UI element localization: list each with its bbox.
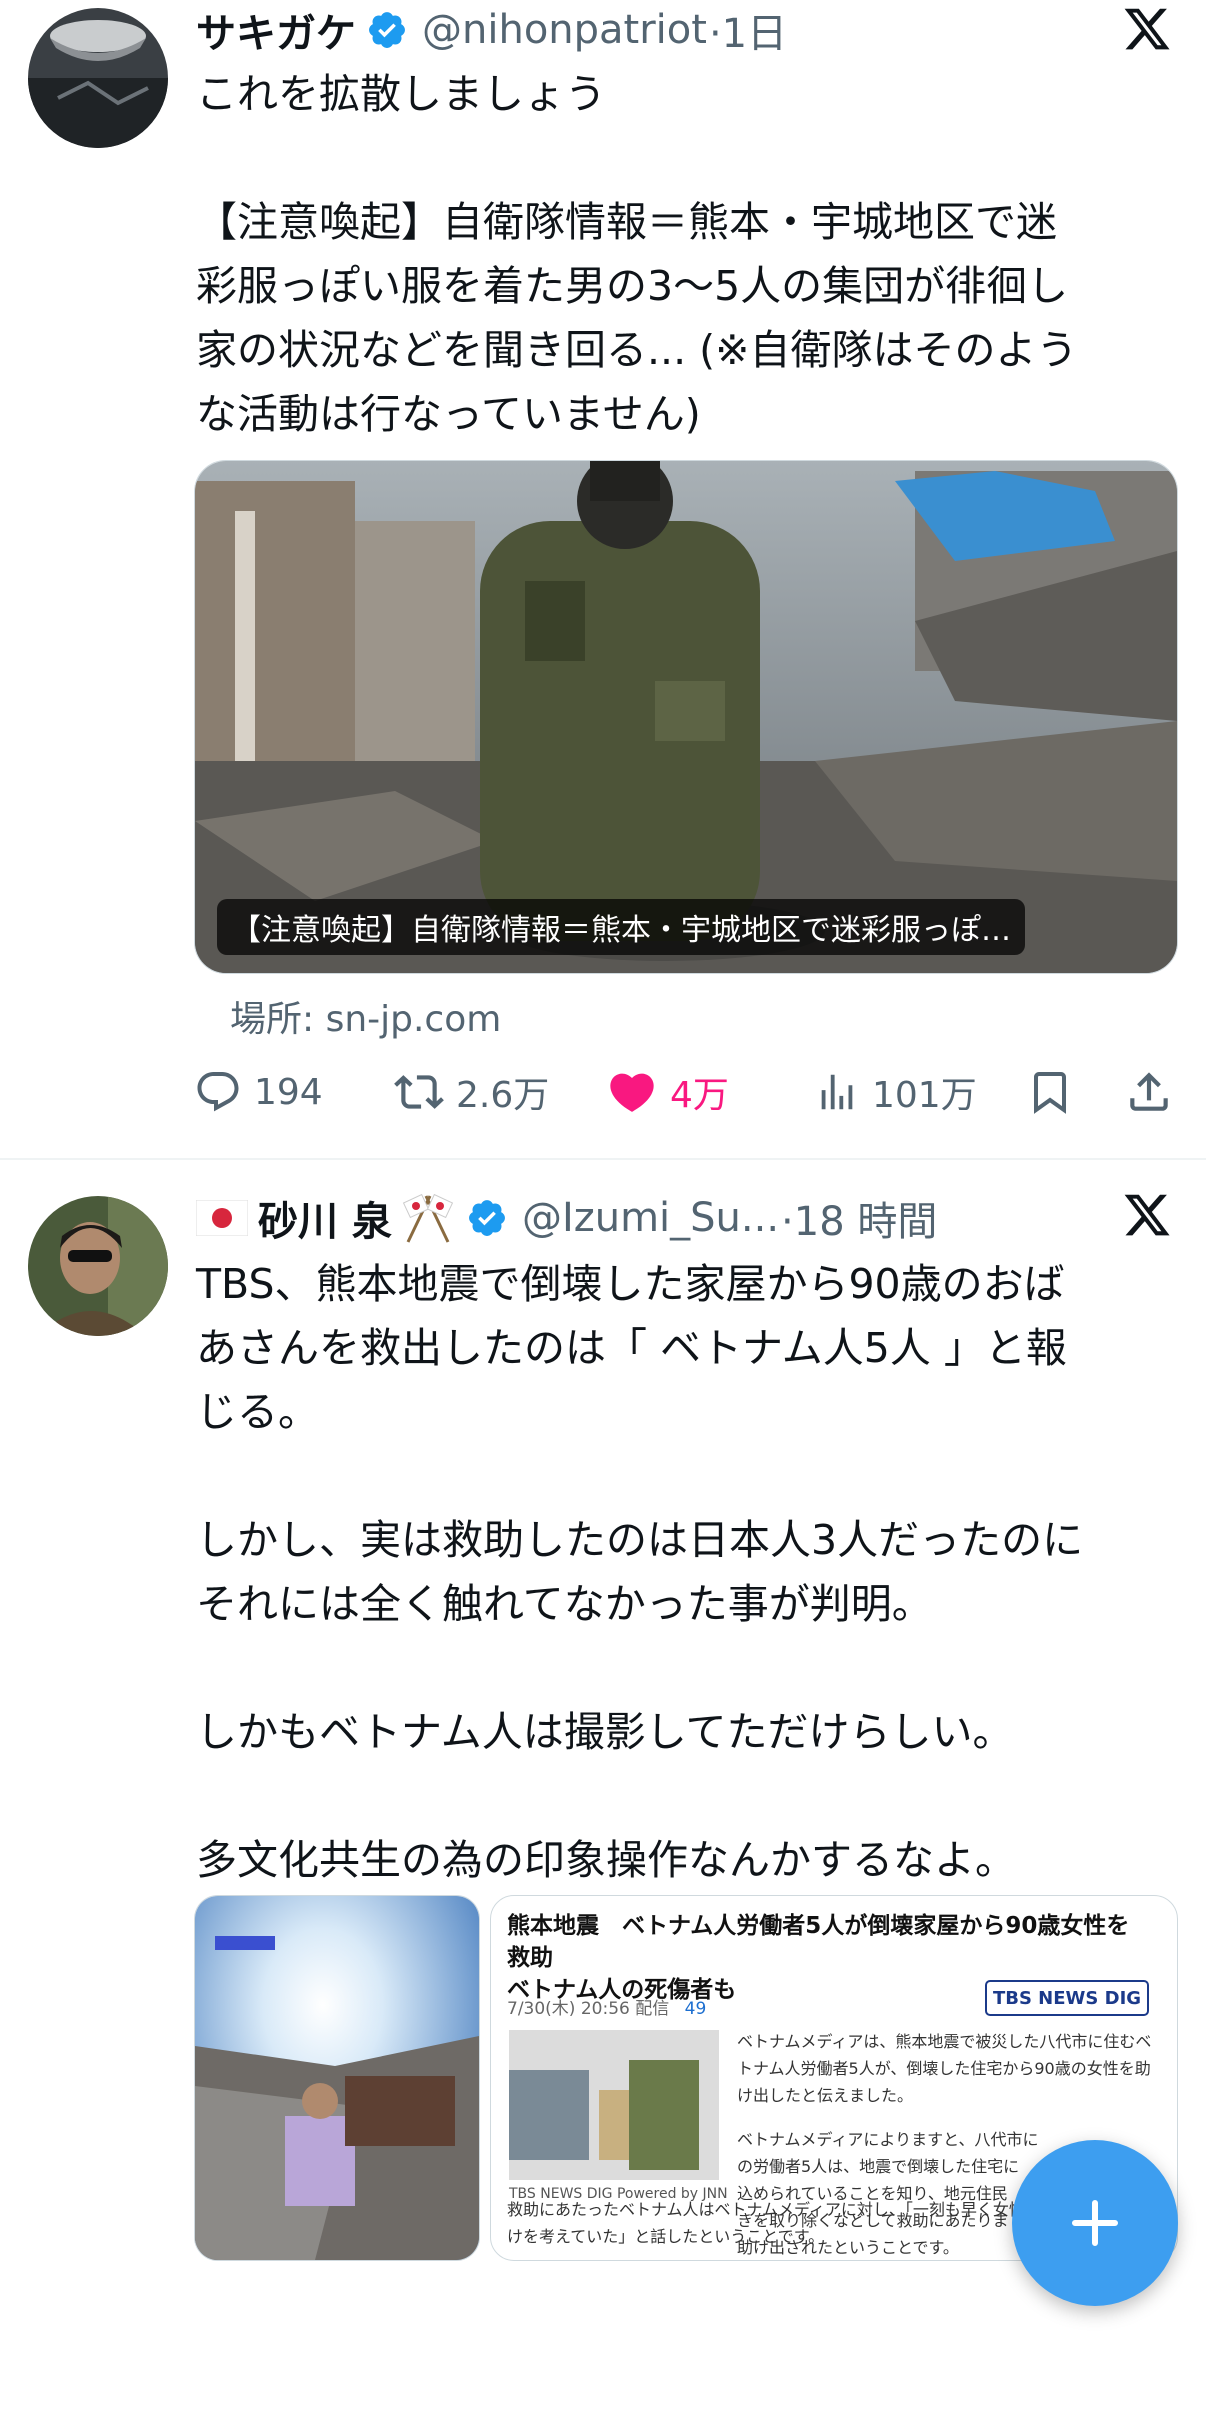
display-name[interactable]: サキガケ xyxy=(196,1,356,59)
handle[interactable]: @nihonpatriot xyxy=(422,7,707,53)
reply-count: 194 xyxy=(254,1071,323,1113)
media-image-rescue[interactable] xyxy=(194,1895,480,2261)
tweet-text: TBS、熊本地震で倒壊した家屋から90歳のおば あさんを救出したのは「 ベトナム… xyxy=(196,1260,1084,1884)
news-date: 7/30(木) 20:56 配信 xyxy=(507,1999,670,2019)
timestamp[interactable]: ·1日 xyxy=(709,1,787,59)
reply-button[interactable]: 194 xyxy=(194,1062,323,1122)
share-icon xyxy=(1130,1072,1168,1111)
verified-badge-icon xyxy=(369,12,405,48)
news-brand-logo: TBS NEWS DIG xyxy=(985,1980,1149,2016)
x-logo-icon[interactable] xyxy=(1122,4,1172,54)
views-count: 101万 xyxy=(872,1075,977,1116)
repost-count: 2.6万 xyxy=(456,1075,550,1116)
like-icon xyxy=(610,1073,654,1112)
timestamp[interactable]: ·18 時間 xyxy=(781,1189,937,1247)
news-photo xyxy=(509,2030,719,2180)
crossed-flags-icon xyxy=(402,1193,454,1243)
flag-japan-icon xyxy=(196,1200,248,1236)
news-paragraph-1: ベトナムメディアは、熊本地震で被災した八代市に住むベ トナム人労働者5人が、倒壊… xyxy=(737,2032,1152,2105)
avatar[interactable] xyxy=(28,8,168,148)
reply-icon xyxy=(197,1072,239,1112)
news-meta: 7/30(木) 20:56 配信 49 xyxy=(507,1994,706,2019)
rescue-photo xyxy=(195,1896,479,2260)
action-bar: 194 2.6万 4万 101万 xyxy=(194,1062,1176,1122)
tweet-text: これを拡散しましょう 【注意喚起】自衛隊情報＝熊本・宇城地区で迷 彩服っぽい服を… xyxy=(196,70,1078,438)
link-card-image[interactable]: 【注意喚起】自衛隊情報＝熊本・宇城地区で迷彩服っぽ… xyxy=(194,460,1178,974)
comment-count: 49 xyxy=(684,1999,707,2019)
link-source[interactable]: 場所: sn-jp.com xyxy=(230,990,501,1042)
plus-icon xyxy=(1072,2200,1118,2246)
handle[interactable]: @Izumi_Su... xyxy=(522,1195,779,1241)
avatar[interactable] xyxy=(28,1196,168,1336)
bookmark-icon xyxy=(1034,1072,1066,1114)
repost-icon xyxy=(394,1075,444,1109)
tweet-1[interactable]: サキガケ @nihonpatriot ·1日 これを拡散しましょう 【注意喚起】… xyxy=(0,0,1206,1158)
like-count: 4万 xyxy=(670,1075,729,1116)
like-button[interactable]: 4万 xyxy=(606,1062,729,1122)
views-button[interactable]: 101万 xyxy=(814,1062,977,1122)
repost-button[interactable]: 2.6万 xyxy=(394,1062,549,1122)
card-caption: 【注意喚起】自衛隊情報＝熊本・宇城地区で迷彩服っぽ… xyxy=(217,899,1025,955)
bookmark-button[interactable] xyxy=(1026,1062,1086,1122)
x-logo-icon[interactable] xyxy=(1122,1190,1172,1240)
views-icon xyxy=(821,1074,853,1110)
share-button[interactable] xyxy=(1124,1062,1186,1122)
display-name[interactable]: 砂川 泉 xyxy=(258,1189,392,1247)
verified-badge-icon xyxy=(469,1200,505,1236)
soldier-rubble-photo xyxy=(195,461,1177,973)
compose-button[interactable] xyxy=(1012,2140,1178,2306)
